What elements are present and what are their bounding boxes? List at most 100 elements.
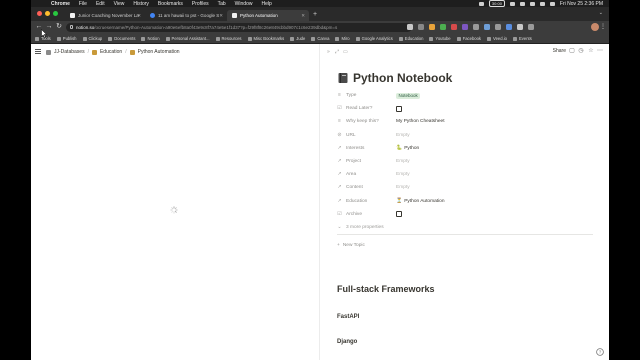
property-value[interactable] [396, 105, 402, 112]
property-value[interactable]: My Python Cheatsheet [396, 119, 445, 124]
bookmark-item[interactable]: Veed.io [487, 36, 507, 41]
search-icon[interactable] [539, 1, 545, 6]
peek-mode-icon[interactable]: ▭ [343, 49, 348, 55]
menu-help[interactable]: Help [261, 1, 271, 7]
property-value[interactable]: ⏳ Python Automation [396, 198, 445, 204]
reload-button[interactable]: ↻ [55, 23, 63, 31]
bookmark-item[interactable]: Events [513, 36, 532, 41]
property-name[interactable]: Archive [346, 212, 396, 217]
property-name[interactable]: Content [346, 185, 396, 190]
bookmark-item[interactable]: Education [398, 36, 423, 41]
bookmark-item[interactable]: Google Analytics [355, 36, 393, 41]
favorite-icon[interactable]: ☆ [588, 48, 594, 54]
breadcrumb-item[interactable]: JJ-Databases [54, 49, 85, 55]
menu-app-name[interactable]: Chrome [51, 1, 70, 7]
property-value[interactable]: Notebook [396, 92, 421, 99]
menu-edit[interactable]: Edit [96, 1, 105, 7]
minimize-window-button[interactable] [45, 11, 50, 16]
heading-full-stack-frameworks[interactable]: Full-stack Frameworks [337, 284, 435, 294]
property-row[interactable]: ⊘ URL Empty [337, 129, 593, 142]
extension-icon[interactable] [440, 24, 446, 30]
bookmark-item[interactable]: Canva [311, 36, 329, 41]
clock[interactable]: Fri Nov 25 2:36 PM [560, 1, 603, 7]
extension-icon[interactable] [517, 24, 523, 30]
browser-tab[interactable]: Junior Coaching November La ✕ [65, 10, 145, 21]
browser-tab-active[interactable]: Python Automation ✕ [227, 10, 309, 21]
lock-icon[interactable] [70, 25, 73, 29]
subheading-fastapi[interactable]: FastAPI [337, 314, 359, 320]
bookmark-item[interactable]: Publish [56, 36, 77, 41]
extension-icon[interactable] [462, 24, 468, 30]
property-row[interactable]: ↗ Content Empty [337, 181, 593, 194]
checkbox[interactable] [396, 105, 402, 112]
property-value[interactable]: Empty [396, 159, 410, 164]
extension-icon[interactable] [473, 24, 479, 30]
property-name[interactable]: URL [346, 133, 396, 138]
recording-timer[interactable]: 30:00 [488, 0, 505, 7]
property-row[interactable]: ☑ Archive [337, 208, 593, 221]
bookmark-item[interactable]: Miro [335, 36, 350, 41]
close-peek-icon[interactable]: » [327, 49, 330, 55]
history-icon[interactable]: ◷ [578, 48, 584, 54]
extension-icon[interactable] [418, 24, 424, 30]
breadcrumb-item[interactable]: Education [100, 49, 122, 55]
property-name[interactable]: Project [346, 159, 396, 164]
wifi-icon[interactable] [529, 1, 535, 6]
relation-label[interactable]: Python [404, 146, 419, 151]
property-row[interactable]: ↗ Project Empty [337, 155, 593, 168]
relation-label[interactable]: Python Automation [404, 199, 444, 204]
property-row[interactable]: ☑ Read Later? [337, 102, 593, 115]
subheading-django[interactable]: Django [337, 339, 357, 345]
bookmark-item[interactable]: Facebook [456, 36, 481, 41]
bookmark-item[interactable]: Notion [141, 36, 160, 41]
property-row[interactable]: ≡ Type Notebook [337, 89, 593, 102]
extension-icon[interactable] [506, 24, 512, 30]
property-value[interactable]: Empty [396, 172, 410, 177]
more-properties-toggle[interactable]: ⌄ 3 more properties [337, 221, 593, 234]
property-value[interactable]: Empty [396, 133, 410, 138]
profile-avatar[interactable] [591, 23, 599, 31]
tab-search-icon[interactable]: ⌄ [599, 10, 603, 16]
extension-icon[interactable] [429, 24, 435, 30]
open-full-page-icon[interactable]: ⤢ [335, 49, 339, 55]
property-name[interactable]: Area [346, 172, 396, 177]
bookmark-item[interactable]: Clickup [82, 36, 102, 41]
more-options-icon[interactable]: ⋯ [597, 48, 603, 54]
bookmark-item[interactable]: Personal Assistant... [165, 36, 210, 41]
extension-icon[interactable] [495, 24, 501, 30]
property-row[interactable]: ≡ Why keep this? My Python Cheatsheet [337, 115, 593, 128]
address-bar[interactable]: notion.so /ocruesername/Python-Automatio… [66, 23, 412, 32]
close-window-button[interactable] [37, 11, 42, 16]
property-name[interactable]: Education [346, 199, 396, 204]
share-button[interactable]: Share [553, 48, 566, 54]
property-value[interactable]: Empty [396, 185, 410, 190]
select-tag[interactable]: Notebook [396, 92, 421, 99]
new-topic-button[interactable]: + New Topic [337, 243, 365, 248]
menu-tab[interactable]: Tab [218, 1, 226, 7]
bookmark-item[interactable]: Documents [108, 36, 135, 41]
comment-icon[interactable]: ▢ [569, 48, 575, 54]
property-value[interactable]: 🐍 Python [396, 145, 419, 151]
status-icon[interactable] [478, 1, 484, 6]
extension-icon[interactable] [484, 24, 490, 30]
more-menu-icon[interactable]: ⋮ [600, 23, 606, 31]
menu-view[interactable]: View [114, 1, 125, 7]
property-row[interactable]: ↗ Area Empty [337, 168, 593, 181]
close-tab-icon[interactable]: ✕ [219, 13, 223, 19]
property-value[interactable] [396, 211, 402, 218]
checkbox[interactable] [396, 211, 402, 218]
breadcrumb-item[interactable]: Python Automation [138, 49, 180, 55]
menu-bookmarks[interactable]: Bookmarks [158, 1, 183, 7]
menu-file[interactable]: File [79, 1, 87, 7]
menu-window[interactable]: Window [235, 1, 253, 7]
help-icon[interactable]: ? [596, 348, 604, 356]
bookmark-item[interactable]: Jude [290, 36, 305, 41]
page-title[interactable]: Python Notebook [353, 71, 452, 85]
sidebar-toggle-icon[interactable] [35, 49, 41, 55]
bookmark-item[interactable]: Misc Bookmarks [247, 36, 284, 41]
property-name[interactable]: Read Later? [346, 106, 396, 111]
bookmark-item[interactable]: Resources [215, 36, 242, 41]
close-tab-icon[interactable]: ✕ [301, 13, 305, 19]
property-name[interactable]: Type [346, 93, 396, 98]
zoom-window-button[interactable] [53, 11, 58, 16]
